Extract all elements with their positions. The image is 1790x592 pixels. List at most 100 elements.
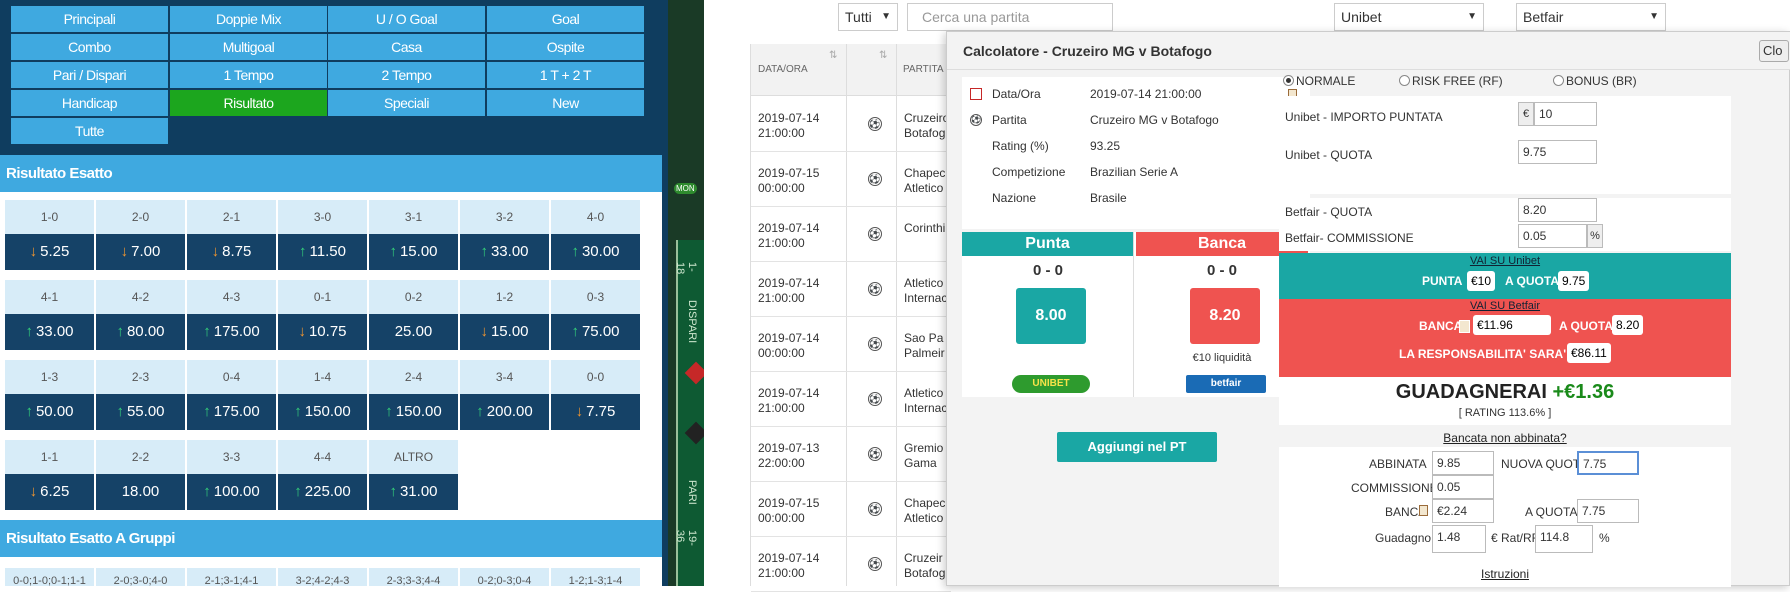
odds-value[interactable]: ↑ 200.00 [460,394,549,430]
tab-multigoal[interactable]: Multigoal [170,34,327,60]
group-label[interactable]: 2-0;3-0;4-0 [96,568,185,586]
tab-new[interactable]: New [487,90,644,116]
odds-cell[interactable]: 2-0 ↓ 7.00 [96,200,185,270]
odds-value[interactable]: ↑ 225.00 [278,474,367,510]
odds-cell[interactable]: 3-2 ↑ 33.00 [460,200,549,270]
abbinata-input[interactable]: 9.85 [1432,451,1494,475]
odds-cell[interactable]: 1-1 ↓ 6.25 [5,440,94,510]
odds-cell[interactable]: 0-4 ↑ 175.00 [187,360,276,430]
unmatched-banca-input[interactable]: €2.24 [1432,499,1494,523]
odds-value[interactable]: ↑ 30.00 [551,234,640,270]
go-betfair-link[interactable]: VAI SU Betfair [1279,300,1731,312]
table-row[interactable]: 2019-07-15 00:00:00 ⚽ Chapec Atletico [751,482,951,537]
table-row[interactable]: 2019-07-14 21:00:00 ⚽ Corinthi [751,207,951,262]
unmatched-commission-input[interactable]: 0.05 [1432,475,1494,499]
odds-value[interactable]: ↑ 55.00 [96,394,185,430]
mode-bonus-radio[interactable]: BONUS (BR) [1553,74,1637,88]
mode-normale-radio[interactable]: NORMALE [1283,74,1355,88]
odds-value[interactable]: ↓ 8.75 [187,234,276,270]
unmatched-link[interactable]: Bancata non abbinata? [1279,431,1731,445]
odds-cell[interactable]: 1-3 ↑ 50.00 [5,360,94,430]
odds-value[interactable]: 18.00 [96,474,185,510]
tab-principali[interactable]: Principali [11,6,168,32]
odds-value[interactable]: ↓ 5.25 [5,234,94,270]
odds-cell[interactable]: ALTRO ↑ 31.00 [369,440,458,510]
odds-cell[interactable]: 1-4 ↑ 150.00 [278,360,367,430]
odds-value[interactable]: ↑ 175.00 [187,394,276,430]
clipboard-icon[interactable] [1419,505,1428,516]
tab-1-t-2-t[interactable]: 1 T + 2 T [487,62,644,88]
table-row[interactable]: 2019-07-14 21:00:00 ⚽ Atletico Internac [751,372,951,427]
quota-input[interactable]: 9.75 [1518,140,1597,164]
group-label[interactable]: 3-2;4-2;4-3 [278,568,367,586]
type-filter-select[interactable]: Tutti ▼ [838,3,898,31]
odds-value[interactable]: ↑ 33.00 [5,314,94,350]
table-row[interactable]: 2019-07-14 21:00:00 ⚽ Cruzeir Botafog [751,537,951,592]
odds-value[interactable]: ↑ 33.00 [460,234,549,270]
odds-cell[interactable]: 2-2 18.00 [96,440,185,510]
add-to-pt-button[interactable]: Aggiungi nel PT [1057,432,1217,462]
sort-icon[interactable]: ⇅ [879,50,887,61]
odds-value[interactable]: ↑ 75.00 [551,314,640,350]
odds-value[interactable]: ↓ 7.00 [96,234,185,270]
odds-cell[interactable]: 0-0 ↓ 7.75 [551,360,640,430]
odds-value[interactable]: ↑ 15.00 [369,234,458,270]
unmatched-aquota-input[interactable]: 7.75 [1577,499,1639,523]
tab-doppie-mix[interactable]: Doppie Mix [170,6,327,32]
table-row[interactable]: 2019-07-14 21:00:00 ⚽ Atletico Internac [751,262,951,317]
odds-cell[interactable]: 0-1 ↓ 10.75 [278,280,367,350]
odds-value[interactable]: ↓ 15.00 [460,314,549,350]
tab-tutte[interactable]: Tutte [11,118,168,144]
header-match[interactable]: PARTITA [896,44,951,96]
odds-value[interactable]: ↑ 31.00 [369,474,458,510]
tab-goal[interactable]: Goal [487,6,644,32]
tab-1-tempo[interactable]: 1 Tempo [170,62,327,88]
go-unibet-link[interactable]: VAI SU Unibet [1279,255,1731,267]
odds-cell[interactable]: 4-1 ↑ 33.00 [5,280,94,350]
odds-value[interactable]: ↓ 6.25 [5,474,94,510]
odds-value[interactable]: ↑ 80.00 [96,314,185,350]
odds-value[interactable]: ↑ 175.00 [187,314,276,350]
close-button[interactable]: Clo [1759,40,1789,62]
odds-cell[interactable]: 3-3 ↑ 100.00 [187,440,276,510]
tab-u-o-goal[interactable]: U / O Goal [328,6,485,32]
commission-input[interactable]: 0.05 [1518,224,1587,248]
odds-value[interactable]: ↑ 150.00 [278,394,367,430]
tab-speciali[interactable]: Speciali [328,90,485,116]
odds-cell[interactable]: 4-0 ↑ 30.00 [551,200,640,270]
odds-cell[interactable]: 4-2 ↑ 80.00 [96,280,185,350]
odds-cell[interactable]: 2-4 ↑ 150.00 [369,360,458,430]
odds-value[interactable]: ↑ 11.50 [278,234,367,270]
odds-cell[interactable]: 3-0 ↑ 11.50 [278,200,367,270]
group-label[interactable]: 2-1;3-1;4-1 [187,568,276,586]
exchange-select[interactable]: Betfair ▼ [1516,3,1666,31]
banca-odd[interactable]: 8.20 [1190,288,1260,344]
istruzioni-link[interactable]: Istruzioni [1279,567,1731,581]
tab-2-tempo[interactable]: 2 Tempo [328,62,485,88]
clipboard-icon[interactable] [1459,320,1470,333]
match-search-input[interactable]: Cerca una partita [907,3,1113,31]
odds-cell[interactable]: 0-2 25.00 [369,280,458,350]
bf-quota-input[interactable]: 8.20 [1518,198,1597,222]
tab-combo[interactable]: Combo [11,34,168,60]
group-label[interactable]: 1-2;1-3;1-4 [551,568,640,586]
table-row[interactable]: 2019-07-13 22:00:00 ⚽ Gremio Gama [751,427,951,482]
tab-handicap[interactable]: Handicap [11,90,168,116]
odds-cell[interactable]: 2-3 ↑ 55.00 [96,360,185,430]
stake-input[interactable]: 10 [1534,102,1597,126]
ratrf-input[interactable]: 114.8 [1535,525,1593,553]
group-label[interactable]: 0-0;1-0;0-1;1-1 [5,568,94,586]
odds-cell[interactable]: 0-3 ↑ 75.00 [551,280,640,350]
odds-cell[interactable]: 2-1 ↓ 8.75 [187,200,276,270]
group-label[interactable]: 2-3;3-3;4-4 [369,568,458,586]
nuova-quota-input[interactable]: 7.75 [1577,451,1639,475]
odds-cell[interactable]: 4-3 ↑ 175.00 [187,280,276,350]
sort-icon[interactable]: ⇅ [829,50,837,61]
odds-cell[interactable]: 1-2 ↓ 15.00 [460,280,549,350]
odds-value[interactable]: ↑ 50.00 [5,394,94,430]
group-label[interactable]: 0-2;0-3;0-4 [460,568,549,586]
guadagno-input[interactable]: 1.48 [1432,525,1486,553]
tab-casa[interactable]: Casa [328,34,485,60]
header-sport[interactable] [846,44,896,96]
odds-value[interactable]: ↑ 100.00 [187,474,276,510]
